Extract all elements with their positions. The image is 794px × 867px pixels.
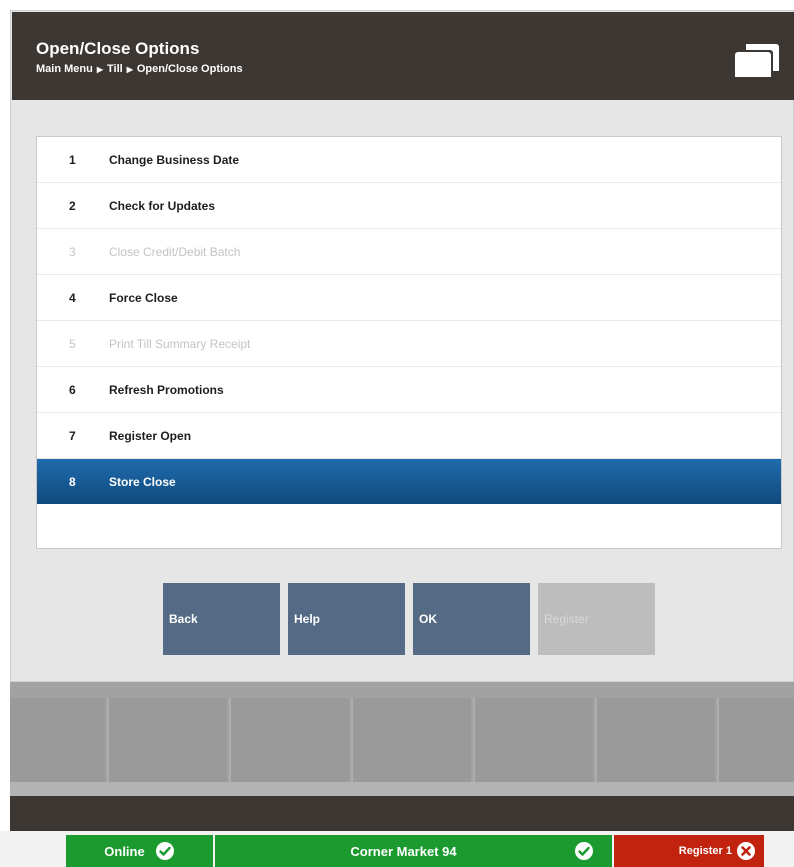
x-circle-icon [737, 842, 755, 860]
help-button[interactable]: Help [288, 583, 405, 655]
breadcrumb-main-menu: Main Menu [36, 63, 93, 75]
connection-status-label: Online [104, 843, 145, 859]
menu-item-check-for-updates[interactable]: 2 Check for Updates [37, 183, 781, 229]
store-name-label: Corner Market 94 [350, 843, 457, 859]
menu-item-close-credit-debit-batch: 3 Close Credit/Debit Batch [37, 229, 781, 275]
breadcrumb-separator-icon: ▶ [126, 64, 133, 74]
menu-item-label: Store Close [109, 474, 176, 489]
menu-item-force-close[interactable]: 4 Force Close [37, 275, 781, 321]
menu-item-number: 6 [69, 382, 76, 397]
message-bar [10, 796, 794, 831]
page-title: Open/Close Options [36, 39, 200, 58]
register-button: Register [538, 583, 655, 655]
register-status-label: Register 1 [678, 845, 732, 857]
menu-item-number: 4 [69, 290, 76, 305]
check-circle-icon [575, 842, 593, 860]
menu-item-number: 7 [69, 428, 76, 443]
function-key[interactable] [229, 698, 349, 782]
function-key-bar-top [10, 682, 794, 698]
breadcrumb: Main Menu ▶ Till ▶ Open/Close Options [36, 63, 243, 75]
ok-button[interactable]: OK [413, 583, 530, 655]
title-bar: Open/Close Options Main Menu ▶ Till ▶ Op… [12, 12, 794, 100]
breadcrumb-separator-icon: ▶ [96, 64, 103, 74]
menu-item-label: Force Close [109, 290, 178, 305]
register-status: Register 1 [614, 835, 764, 867]
function-key[interactable] [107, 698, 227, 782]
menu-list: 1 Change Business Date 2 Check for Updat… [36, 136, 782, 549]
function-key-bar-bottom [10, 782, 794, 796]
function-key[interactable] [717, 698, 794, 782]
menu-item-number: 3 [69, 244, 76, 259]
function-key[interactable] [473, 698, 593, 782]
menu-item-number: 2 [69, 198, 76, 213]
menu-item-change-business-date[interactable]: 1 Change Business Date [37, 137, 781, 183]
connection-status: Online [66, 835, 213, 867]
menu-item-store-close[interactable]: 8 Store Close [37, 459, 781, 504]
store-status: Corner Market 94 [215, 835, 612, 867]
menu-item-print-till-summary-receipt: 5 Print Till Summary Receipt [37, 321, 781, 367]
menu-item-label: Close Credit/Debit Batch [109, 244, 241, 259]
menu-item-number: 1 [69, 152, 76, 167]
menu-item-register-open[interactable]: 7 Register Open [37, 413, 781, 459]
function-key-bar [10, 698, 794, 782]
menu-item-label: Change Business Date [109, 152, 240, 167]
function-key[interactable] [595, 698, 715, 782]
window-switch-icon[interactable] [732, 40, 780, 80]
menu-item-label: Print Till Summary Receipt [109, 336, 251, 351]
menu-item-refresh-promotions[interactable]: 6 Refresh Promotions [37, 367, 781, 413]
menu-item-number: 8 [69, 474, 76, 489]
check-circle-icon [155, 842, 174, 860]
menu-item-label: Register Open [109, 428, 192, 443]
menu-item-label: Check for Updates [109, 198, 216, 213]
function-key[interactable] [10, 698, 105, 782]
menu-item-label: Refresh Promotions [109, 382, 224, 397]
back-button[interactable]: Back [163, 583, 280, 655]
breadcrumb-open-close-options: Open/Close Options [136, 63, 243, 75]
menu-item-number: 5 [69, 336, 76, 351]
function-key[interactable] [351, 698, 471, 782]
breadcrumb-till: Till [107, 63, 123, 75]
